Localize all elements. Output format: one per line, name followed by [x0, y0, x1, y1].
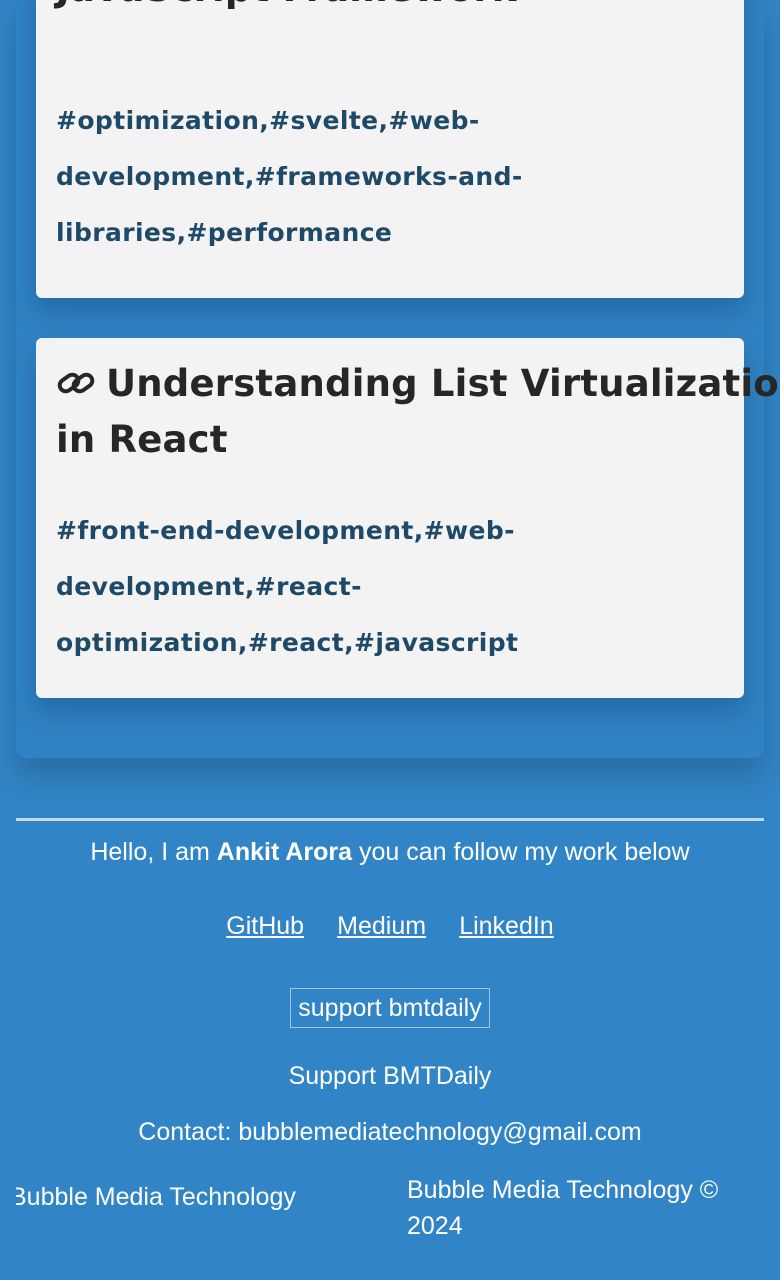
article-tags-line: #optimization,#svelte,#web-	[56, 106, 480, 135]
footer-divider	[16, 818, 764, 821]
support-bmtdaily-button[interactable]: support bmtdaily	[290, 988, 490, 1028]
link-icon	[56, 358, 96, 394]
brand-left-text: Bubble Media Technology	[16, 1183, 296, 1211]
article-title-link[interactable]: JavaScript Framework	[56, 0, 517, 17]
article-tags-line: development,#frameworks-and-	[56, 162, 523, 191]
copyright-year: 2024	[407, 1212, 463, 1240]
article-tags-line: #front-end-development,#web-	[56, 516, 515, 545]
copyright-line: Bubble Media Technology ©	[407, 1176, 719, 1204]
linkedin-link[interactable]: LinkedIn	[459, 912, 554, 940]
hello-prefix: Hello, I am	[90, 838, 210, 866]
article-title-line: in React	[56, 418, 228, 461]
article-tags-line: development,#react-	[56, 572, 362, 601]
article-tags-line: optimization,#react,#javascript	[56, 628, 519, 657]
support-text: Support BMTDaily	[288, 1062, 492, 1090]
article-title-line: Understanding List Virtualization	[56, 356, 780, 412]
article-title-text: Understanding List Virtualization	[106, 362, 780, 405]
brand-logo-text: Bubble Media Technology	[16, 1178, 316, 1226]
article-card[interactable]: JavaScript Framework #optimization,#svel…	[36, 0, 744, 298]
article-title-line: JavaScript Framework	[56, 0, 517, 17]
medium-link[interactable]: Medium	[337, 912, 426, 940]
article-tags-line: libraries,#performance	[56, 218, 393, 247]
article-title-link[interactable]: Understanding List Virtualization in Rea…	[56, 356, 780, 468]
github-link[interactable]: GitHub	[226, 912, 304, 940]
article-tags: #optimization,#svelte,#web- development,…	[56, 93, 523, 261]
author-name: Ankit Arora	[216, 838, 352, 866]
author-intro: Hello, I am Ankit Arora you can follow m…	[0, 838, 780, 867]
contact-email: Contact: bubblemediatechnology@gmail.com	[138, 1118, 642, 1146]
social-links: GitHub Medium LinkedIn	[0, 912, 780, 941]
hello-suffix: you can follow my work below	[358, 838, 690, 866]
article-card[interactable]: Understanding List Virtualization in Rea…	[36, 338, 780, 698]
copyright: Bubble Media Technology © 2024	[407, 1172, 747, 1244]
article-tags: #front-end-development,#web- development…	[56, 503, 518, 671]
